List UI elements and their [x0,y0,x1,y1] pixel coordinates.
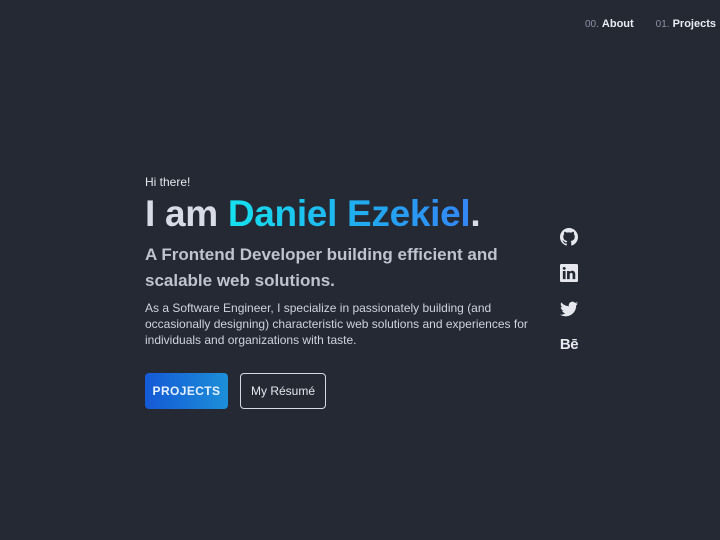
nav-item-number: 00. [585,19,599,30]
top-nav: 00. About 01. Projects [585,18,716,30]
behance-link[interactable]: Bē [559,336,579,354]
hero-section: Hi there! I am Daniel Ezekiel. A Fronten… [145,175,535,409]
github-link[interactable] [560,228,578,246]
resume-button[interactable]: My Résumé [240,372,326,409]
twitter-icon [560,301,578,317]
bio-text: As a Software Engineer, I specialize in … [145,300,528,347]
developer-name: Daniel Ezekiel [227,193,471,234]
greeting-text: Hi there! [145,175,191,189]
portfolio-page: 00. About 01. Projects Hi there! I am Da… [0,0,720,540]
headline-suffix: . [470,193,481,234]
headline-prefix: I am [145,193,228,234]
linkedin-link[interactable] [560,264,578,282]
projects-button[interactable]: PROJECTS [145,372,228,409]
nav-item-about[interactable]: 00. About [585,18,634,30]
behance-icon: Bē [559,336,579,353]
social-links: Bē [559,228,579,354]
nav-item-label: About [601,18,634,30]
nav-item-projects[interactable]: 01. Projects [656,18,716,30]
headline: I am Daniel Ezekiel. [145,193,535,236]
nav-item-number: 01. [655,19,670,30]
hero-actions: PROJECTS My Résumé [145,372,535,409]
linkedin-icon [560,264,578,282]
nav-item-label: Projects [672,18,716,30]
twitter-link[interactable] [560,300,578,318]
tagline: A Frontend Developer building efficient … [145,244,498,290]
github-icon [560,228,578,246]
